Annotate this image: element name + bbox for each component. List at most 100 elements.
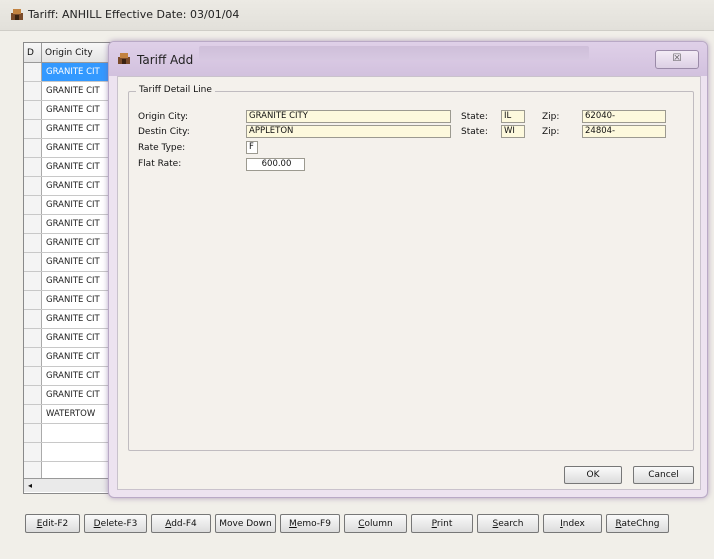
origin-city-cell[interactable]: GRANITE CIT	[42, 196, 100, 214]
button-label: earch	[498, 519, 524, 529]
row-indicator[interactable]	[24, 329, 42, 347]
destin-zip-label: Zip:	[542, 127, 560, 137]
row-indicator[interactable]	[24, 367, 42, 385]
table-row[interactable]: GRANITE CIT	[24, 158, 119, 177]
button-label: dd-F4	[171, 519, 197, 529]
row-indicator[interactable]	[24, 348, 42, 366]
row-indicator[interactable]	[24, 158, 42, 176]
tariff-add-dialog: Tariff Add ☒ Tariff Detail Line Origin C…	[108, 41, 708, 498]
table-row[interactable]: GRANITE CIT	[24, 101, 119, 120]
row-indicator[interactable]	[24, 177, 42, 195]
button-label: elete-F3	[100, 519, 138, 529]
origin-city-cell[interactable]: GRANITE CIT	[42, 367, 100, 385]
row-indicator[interactable]	[24, 215, 42, 233]
origin-city-cell[interactable]: GRANITE CIT	[42, 272, 100, 290]
cancel-button[interactable]: Cancel	[633, 466, 694, 484]
index-button[interactable]: Index	[543, 514, 602, 533]
table-row[interactable]: GRANITE CIT	[24, 177, 119, 196]
origin-city-cell[interactable]: GRANITE CIT	[42, 291, 100, 309]
button-label: rint	[436, 519, 453, 529]
button-label: Move Down	[219, 519, 272, 529]
move-down-button[interactable]: Move Down	[215, 514, 276, 533]
row-indicator[interactable]	[24, 443, 42, 461]
destin-city-field[interactable]: APPLETON	[246, 125, 451, 138]
origin-city-cell[interactable]: WATERTOW	[42, 405, 95, 423]
origin-city-cell[interactable]: GRANITE CIT	[42, 177, 100, 195]
table-row[interactable]: GRANITE CIT	[24, 348, 119, 367]
row-indicator[interactable]	[24, 120, 42, 138]
memo-button[interactable]: Memo-F9	[280, 514, 340, 533]
origin-city-cell[interactable]: GRANITE CIT	[42, 120, 100, 138]
table-row[interactable]: GRANITE CIT	[24, 196, 119, 215]
table-row[interactable]: GRANITE CIT	[24, 367, 119, 386]
table-row[interactable]: GRANITE CIT	[24, 234, 119, 253]
origin-city-cell[interactable]: GRANITE CIT	[42, 310, 100, 328]
table-row[interactable]: GRANITE CIT	[24, 120, 119, 139]
rate-change-button[interactable]: RateChng	[606, 514, 669, 533]
row-indicator[interactable]	[24, 82, 42, 100]
origin-city-cell[interactable]: GRANITE CIT	[42, 386, 100, 404]
grid-header-d[interactable]: D	[24, 43, 42, 63]
dialog-titlebar[interactable]: Tariff Add	[109, 42, 707, 76]
row-indicator[interactable]	[24, 139, 42, 157]
table-row[interactable]: GRANITE CIT	[24, 63, 119, 82]
column-button[interactable]: Column	[344, 514, 407, 533]
row-indicator[interactable]	[24, 63, 42, 81]
table-row[interactable]: GRANITE CIT	[24, 310, 119, 329]
app-icon	[118, 53, 130, 64]
origin-city-cell[interactable]: GRANITE CIT	[42, 253, 100, 271]
row-indicator[interactable]	[24, 386, 42, 404]
row-indicator[interactable]	[24, 253, 42, 271]
destin-zip-field[interactable]: 24804-	[582, 125, 666, 138]
table-row[interactable]: GRANITE CIT	[24, 82, 119, 101]
table-row[interactable]: GRANITE CIT	[24, 386, 119, 405]
origin-zip-field[interactable]: 62040-	[582, 110, 666, 123]
origin-state-label: State:	[461, 112, 488, 122]
flat-rate-field[interactable]: 600.00	[246, 158, 305, 171]
table-row[interactable]: GRANITE CIT	[24, 329, 119, 348]
row-indicator[interactable]	[24, 196, 42, 214]
origin-city-cell[interactable]: GRANITE CIT	[42, 234, 100, 252]
origin-city-field[interactable]: GRANITE CITY	[246, 110, 451, 123]
table-row[interactable]: GRANITE CIT	[24, 139, 119, 158]
row-indicator[interactable]	[24, 101, 42, 119]
print-button[interactable]: Print	[411, 514, 473, 533]
origin-city-cell[interactable]: GRANITE CIT	[42, 158, 100, 176]
origin-zip-label: Zip:	[542, 112, 560, 122]
button-accelerator-key: M	[289, 519, 297, 529]
row-indicator[interactable]	[24, 234, 42, 252]
edit-button[interactable]: Edit-F2	[25, 514, 80, 533]
table-row[interactable]: WATERTOW	[24, 405, 119, 424]
ok-button[interactable]: OK	[564, 466, 622, 484]
destin-state-field[interactable]: WI	[501, 125, 525, 138]
table-row[interactable]: GRANITE CIT	[24, 291, 119, 310]
scroll-left-icon[interactable]: ◂	[28, 481, 32, 490]
table-row[interactable]	[24, 424, 119, 443]
table-row[interactable]: GRANITE CIT	[24, 272, 119, 291]
search-button[interactable]: Search	[477, 514, 539, 533]
origin-city-cell[interactable]: GRANITE CIT	[42, 101, 100, 119]
origin-city-cell[interactable]: GRANITE CIT	[42, 215, 100, 233]
origin-city-cell[interactable]: GRANITE CIT	[42, 139, 100, 157]
origin-city-cell[interactable]: GRANITE CIT	[42, 329, 100, 347]
origin-city-cell[interactable]: GRANITE CIT	[42, 82, 100, 100]
row-indicator[interactable]	[24, 424, 42, 442]
close-button[interactable]: ☒	[655, 50, 699, 69]
grid-horizontal-scrollbar[interactable]: ◂	[24, 478, 117, 492]
tariff-grid[interactable]: D Origin City GRANITE CIT GRANITE CIT GRAN…	[23, 42, 120, 494]
row-indicator[interactable]	[24, 272, 42, 290]
rate-type-label: Rate Type:	[138, 143, 186, 153]
delete-button[interactable]: Delete-F3	[84, 514, 147, 533]
row-indicator[interactable]	[24, 291, 42, 309]
add-button[interactable]: Add-F4	[151, 514, 211, 533]
rate-type-field[interactable]: F	[246, 141, 258, 154]
row-indicator[interactable]	[24, 405, 42, 423]
table-row[interactable]: GRANITE CIT	[24, 253, 119, 272]
origin-state-field[interactable]: IL	[501, 110, 525, 123]
table-row[interactable]: GRANITE CIT	[24, 215, 119, 234]
origin-city-cell[interactable]: GRANITE CIT	[42, 348, 100, 366]
flat-rate-label: Flat Rate:	[138, 159, 182, 169]
row-indicator[interactable]	[24, 310, 42, 328]
button-label: emo-F9	[296, 519, 331, 529]
table-row[interactable]	[24, 443, 119, 462]
